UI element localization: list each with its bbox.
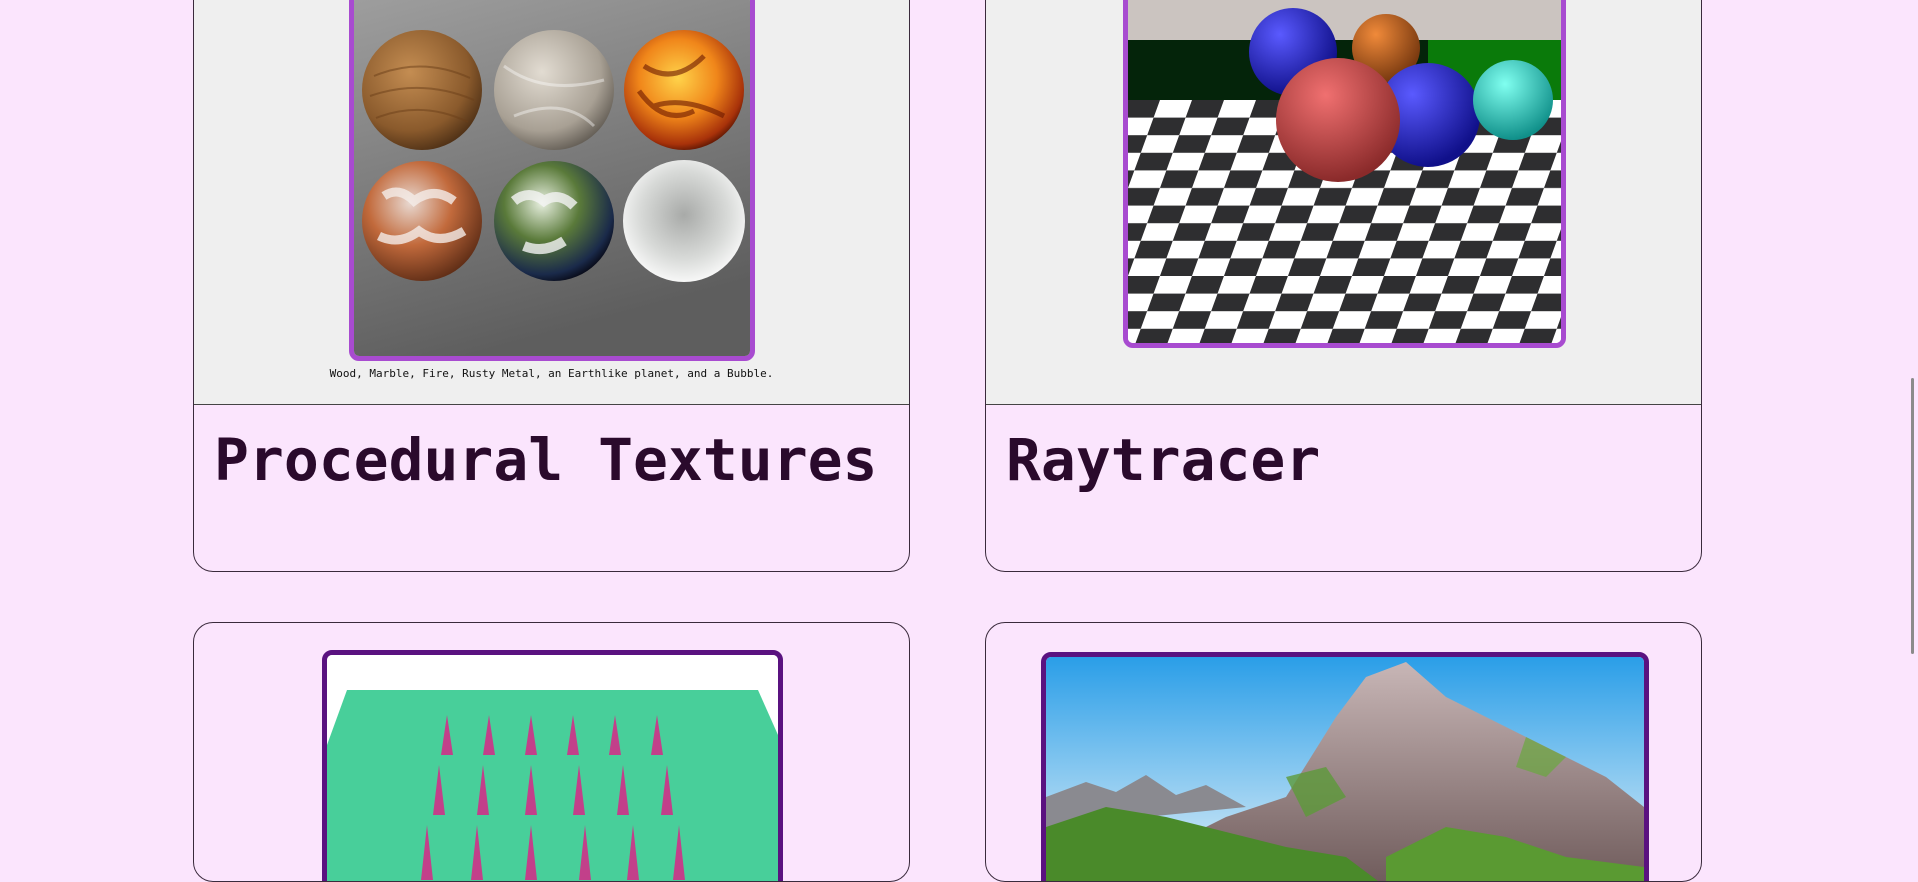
project-card-raytracer[interactable]: Raytracer [985, 0, 1702, 572]
project-card-terrain[interactable] [985, 622, 1702, 882]
preview-area: Wood, Marble, Fire, Rusty Metal, an Eart… [194, 0, 909, 405]
project-card-spikes[interactable] [193, 622, 910, 882]
terrain-image[interactable] [1041, 652, 1649, 881]
procedural-textures-image[interactable] [349, 0, 755, 361]
image-caption: Wood, Marble, Fire, Rusty Metal, an Eart… [329, 367, 774, 380]
raytracer-image[interactable] [1123, 0, 1566, 348]
project-title[interactable]: Procedural Textures [214, 426, 877, 494]
project-title[interactable]: Raytracer [1006, 426, 1320, 494]
scrollbar-thumb-icon[interactable] [1911, 378, 1914, 654]
preview-area [986, 0, 1701, 405]
scrollbar[interactable] [1904, 0, 1918, 846]
project-card-procedural-textures[interactable]: Wood, Marble, Fire, Rusty Metal, an Eart… [193, 0, 910, 572]
spikes-image[interactable] [322, 650, 783, 881]
